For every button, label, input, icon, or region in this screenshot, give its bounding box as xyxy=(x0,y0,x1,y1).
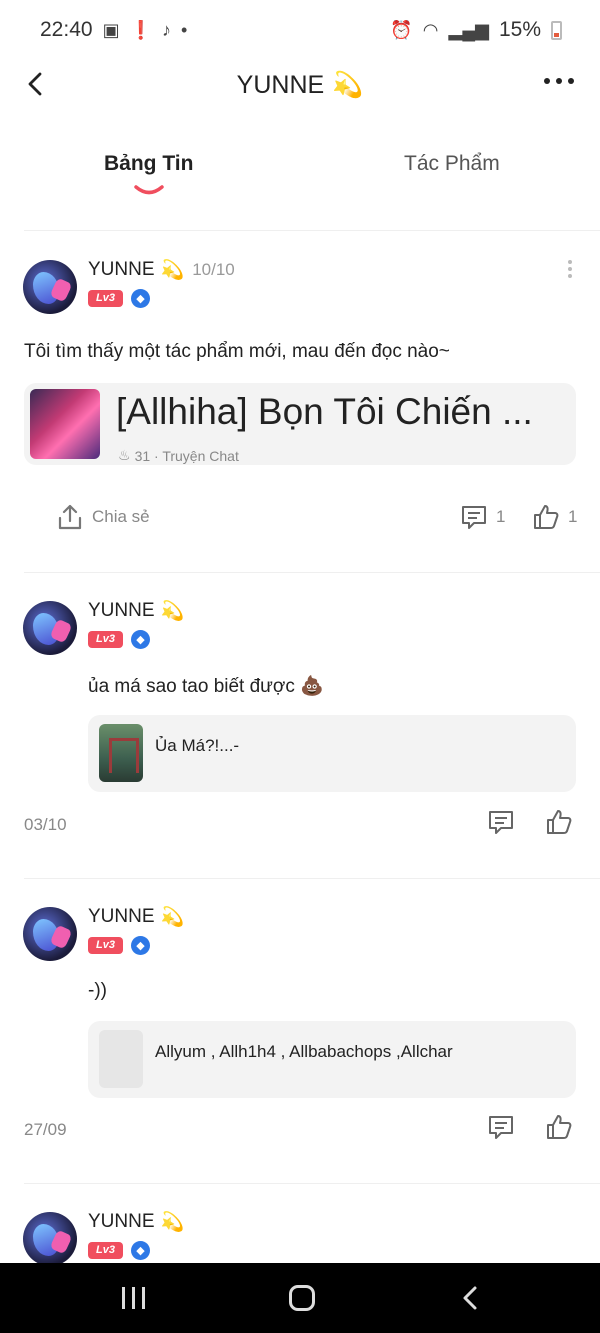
divider xyxy=(24,1183,600,1184)
author-name: YUNNE xyxy=(88,1211,155,1232)
comment-icon[interactable] xyxy=(487,1113,515,1141)
post-text: -)) xyxy=(88,980,107,1001)
battery-icon xyxy=(551,20,562,40)
share-label: Chia sẻ xyxy=(92,507,150,526)
story-card[interactable]: Ủa Má?!...- xyxy=(88,715,576,792)
shield-icon: ◆ xyxy=(130,289,150,308)
more-horizontal-icon[interactable] xyxy=(544,78,574,84)
chevron-left-icon[interactable] xyxy=(20,68,52,100)
tab-news-feed[interactable]: Bảng Tin xyxy=(104,152,193,176)
post-date: 03/10 xyxy=(24,815,67,834)
system-back-icon[interactable] xyxy=(460,1285,482,1311)
post-author[interactable]: YUNNE 💫 xyxy=(88,905,184,929)
dizzy-emoji-icon: 💫 xyxy=(160,907,185,928)
page-title: YUNNE 💫 xyxy=(237,71,364,100)
tab-active-indicator xyxy=(134,185,164,195)
comment-button[interactable]: 1 xyxy=(460,503,505,531)
recent-apps-icon[interactable] xyxy=(122,1287,145,1309)
divider xyxy=(24,230,600,231)
story-title: Allyum , Allh1h4 , Allbabachops ,Allchar xyxy=(155,1042,453,1061)
share-icon xyxy=(58,504,82,530)
author-name: YUNNE xyxy=(88,600,155,621)
like-button[interactable]: 1 xyxy=(532,503,577,531)
more-vertical-icon[interactable] xyxy=(568,260,574,278)
battery-percent: 15% xyxy=(498,18,541,41)
post-date: 10/10 xyxy=(192,260,235,279)
author-name: YUNNE xyxy=(88,259,155,280)
share-button[interactable]: Chia sẻ xyxy=(56,503,150,531)
shield-icon: ◆ xyxy=(130,936,150,955)
author-badges: Lv3 ◆ xyxy=(88,630,150,649)
level-badge: Lv3 xyxy=(88,1242,123,1259)
status-bar: 22:40 ▣ ❗ ♪ • ⏰ ◠ ▂▄▆ 15% xyxy=(0,0,600,60)
post-text: Tôi tìm thấy một tác phẩm mới, mau đến đ… xyxy=(24,341,450,362)
author-badges: Lv3 ◆ xyxy=(88,936,150,955)
home-icon[interactable] xyxy=(289,1285,315,1311)
shield-icon: ◆ xyxy=(130,630,150,649)
story-title: Ủa Má?!...- xyxy=(155,736,240,755)
comment-icon[interactable] xyxy=(487,808,515,836)
thumbs-up-icon[interactable] xyxy=(545,1113,573,1141)
shield-icon: ◆ xyxy=(130,1241,150,1260)
page-title-text: YUNNE xyxy=(236,70,325,99)
status-dot: • xyxy=(181,19,188,40)
dizzy-emoji-icon: 💫 xyxy=(160,601,185,622)
gallery-icon: ▣ xyxy=(102,19,120,40)
like-count: 1 xyxy=(568,507,578,526)
work-card[interactable]: [Allhiha] Bọn Tôi Chiến ... ♨ 31 · Truyệ… xyxy=(24,383,576,465)
flame-icon: ♨ xyxy=(118,447,131,463)
system-navigation-bar xyxy=(0,1263,600,1333)
wifi-icon: ◠ xyxy=(422,19,439,40)
avatar[interactable] xyxy=(23,1212,77,1266)
story-cover-image xyxy=(99,1030,143,1088)
alert-icon: ❗ xyxy=(129,19,152,40)
tiktok-icon: ♪ xyxy=(162,19,171,40)
post-author[interactable]: YUNNE 💫 10/10 xyxy=(88,258,235,282)
thumbs-up-icon[interactable] xyxy=(545,808,573,836)
work-title: [Allhiha] Bọn Tôi Chiến ... xyxy=(116,391,533,432)
avatar[interactable] xyxy=(23,907,77,961)
divider xyxy=(24,572,600,573)
alarm-icon: ⏰ xyxy=(390,19,413,40)
post-author[interactable]: YUNNE 💫 xyxy=(88,1210,184,1234)
work-cover-image xyxy=(30,389,100,459)
avatar[interactable] xyxy=(23,601,77,655)
status-time: 22:40 xyxy=(40,18,93,41)
level-badge: Lv3 xyxy=(88,290,123,307)
work-meta-text: 31 · Truyện Chat xyxy=(134,447,239,464)
author-name: YUNNE xyxy=(88,906,155,927)
dizzy-emoji-icon: 💫 xyxy=(160,260,185,281)
divider xyxy=(24,878,600,879)
story-cover-image xyxy=(99,724,143,782)
story-card[interactable]: Allyum , Allh1h4 , Allbabachops ,Allchar xyxy=(88,1021,576,1098)
post-text: ủa má sao tao biết được 💩 xyxy=(88,676,324,697)
level-badge: Lv3 xyxy=(88,937,123,954)
top-app-bar: YUNNE 💫 xyxy=(0,60,600,110)
dizzy-emoji-icon: 💫 xyxy=(160,1212,185,1233)
comment-count: 1 xyxy=(496,507,506,526)
comment-icon xyxy=(462,506,486,529)
signal-icon: ▂▄▆ xyxy=(448,19,489,40)
author-badges: Lv3 ◆ xyxy=(88,1241,150,1260)
author-badges: Lv3 ◆ xyxy=(88,289,150,308)
avatar[interactable] xyxy=(23,260,77,314)
thumbs-up-icon xyxy=(534,505,559,529)
post-author[interactable]: YUNNE 💫 xyxy=(88,599,184,623)
tab-bar: Bảng Tin Tác Phẩm xyxy=(0,140,600,200)
tab-works[interactable]: Tác Phẩm xyxy=(404,152,500,176)
dizzy-emoji-icon: 💫 xyxy=(332,70,364,99)
work-meta: ♨ 31 · Truyện Chat xyxy=(118,447,239,464)
post-date: 27/09 xyxy=(24,1120,67,1139)
level-badge: Lv3 xyxy=(88,631,123,648)
